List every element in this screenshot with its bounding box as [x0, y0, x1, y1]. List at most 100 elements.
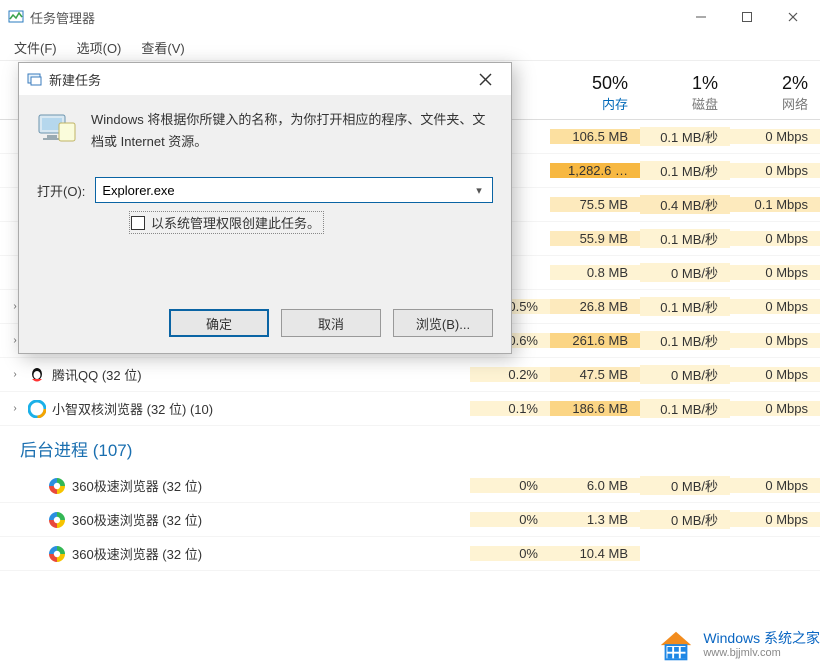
disk-cell: 0 MB/秒 — [640, 365, 730, 384]
memory-cell: 0.8 MB — [550, 265, 640, 280]
table-row[interactable]: 360极速浏览器 (32 位) 0%10.4 MB — [0, 537, 820, 571]
run-dialog-icon — [27, 71, 43, 87]
taskmgr-icon — [8, 9, 24, 25]
table-row[interactable]: › 小智双核浏览器 (32 位) (10) 0.1%186.6 MB0.1 MB/秒… — [0, 392, 820, 426]
disk-cell: 0.1 MB/秒 — [640, 399, 730, 418]
table-row[interactable]: 360极速浏览器 (32 位) 0%1.3 MB0 MB/秒0 Mbps — [0, 503, 820, 537]
memory-cell: 47.5 MB — [550, 367, 640, 382]
network-cell: 0 Mbps — [730, 478, 820, 493]
cpu-cell: 0.1% — [470, 401, 550, 416]
network-cell: 0 Mbps — [730, 163, 820, 178]
watermark-badge: Windows 系统之家 www.bjjmlv.com — [657, 628, 820, 662]
col-network[interactable]: 2%网络 — [730, 73, 820, 119]
open-combobox[interactable]: ▾ — [95, 177, 493, 203]
memory-cell: 75.5 MB — [550, 197, 640, 212]
menu-view[interactable]: 查看(V) — [133, 36, 192, 59]
cancel-button[interactable]: 取消 — [281, 309, 381, 337]
name-cell: › 小智双核浏览器 (32 位) (10) — [0, 399, 470, 418]
open-input[interactable] — [102, 183, 470, 198]
browse-button[interactable]: 浏览(B)... — [393, 309, 493, 337]
memory-cell: 55.9 MB — [550, 231, 640, 246]
dialog-message: Windows 将根据你所键入的名称，为你打开相应的程序、文件夹、文档或 Int… — [91, 109, 493, 153]
network-cell: 0 Mbps — [730, 512, 820, 527]
disk-cell: 0.1 MB/秒 — [640, 161, 730, 180]
bg-section-count: (107) — [93, 441, 133, 460]
process-name: 360极速浏览器 (32 位) — [72, 476, 202, 495]
maximize-button[interactable] — [724, 2, 770, 32]
memory-cell: 261.6 MB — [550, 333, 640, 348]
xiaozhi-icon — [28, 400, 46, 418]
process-name: 360极速浏览器 (32 位) — [72, 544, 202, 563]
expand-icon[interactable]: › — [8, 368, 22, 382]
chevron-down-icon[interactable]: ▾ — [470, 184, 488, 197]
cpu-cell: 0.2% — [470, 367, 550, 382]
expand-icon[interactable]: › — [8, 402, 22, 416]
ok-button[interactable]: 确定 — [169, 309, 269, 337]
disk-cell: 0.4 MB/秒 — [640, 195, 730, 214]
menu-file[interactable]: 文件(F) — [6, 36, 65, 59]
network-cell: 0 Mbps — [730, 231, 820, 246]
dialog-body: Windows 将根据你所键入的名称，为你打开相应的程序、文件夹、文档或 Int… — [19, 95, 511, 234]
memory-cell: 106.5 MB — [550, 129, 640, 144]
memory-cell: 26.8 MB — [550, 299, 640, 314]
disk-cell: 0 MB/秒 — [640, 263, 730, 282]
network-cell: 0 Mbps — [730, 367, 820, 382]
memory-cell: 6.0 MB — [550, 478, 640, 493]
qq-icon — [28, 366, 46, 384]
disk-cell: 0.1 MB/秒 — [640, 297, 730, 316]
table-row[interactable]: › 腾讯QQ (32 位) 0.2%47.5 MB0 MB/秒0 Mbps — [0, 358, 820, 392]
network-cell: 0 Mbps — [730, 401, 820, 416]
disk-cell: 0 MB/秒 — [640, 510, 730, 529]
process-name: 360极速浏览器 (32 位) — [72, 510, 202, 529]
memory-cell: 10.4 MB — [550, 546, 640, 561]
disk-cell: 0.1 MB/秒 — [640, 229, 730, 248]
new-task-dialog: 新建任务 Windows 将根据你所键入的名称，为你打开相应的程序、文件夹、文档… — [18, 62, 512, 354]
menu-options[interactable]: 选项(O) — [69, 36, 130, 59]
disk-cell: 0 MB/秒 — [640, 476, 730, 495]
admin-checkbox-label: 以系统管理权限创建此任务。 — [151, 213, 320, 232]
window-title: 任务管理器 — [30, 8, 678, 27]
col-memory[interactable]: 50%内存 — [550, 73, 640, 119]
bg-section-header: 后台进程 (107) — [0, 426, 820, 469]
360-icon — [48, 511, 66, 529]
open-label: 打开(O): — [37, 181, 85, 200]
house-icon — [657, 628, 695, 662]
disk-cell: 0.1 MB/秒 — [640, 331, 730, 350]
process-name: 小智双核浏览器 (32 位) (10) — [52, 399, 213, 418]
dialog-buttons: 确定 取消 浏览(B)... — [169, 309, 493, 337]
table-row[interactable]: 360极速浏览器 (32 位) 0%6.0 MB0 MB/秒0 Mbps — [0, 469, 820, 503]
watermark-line2: www.bjjmlv.com — [703, 647, 820, 660]
col-disk[interactable]: 1%磁盘 — [640, 73, 730, 119]
network-cell: 0 Mbps — [730, 299, 820, 314]
cpu-cell: 0% — [470, 478, 550, 493]
main-titlebar: 任务管理器 — [0, 0, 820, 34]
dialog-titlebar[interactable]: 新建任务 — [19, 63, 511, 95]
network-cell: 0 Mbps — [730, 333, 820, 348]
watermark-line1: Windows 系统之家 — [703, 630, 820, 647]
memory-cell: 1.3 MB — [550, 512, 640, 527]
network-cell: 0 Mbps — [730, 129, 820, 144]
admin-checkbox[interactable] — [131, 216, 145, 230]
name-cell: › 腾讯QQ (32 位) — [0, 365, 470, 384]
name-cell: 360极速浏览器 (32 位) — [0, 476, 470, 495]
name-cell: 360极速浏览器 (32 位) — [0, 544, 470, 563]
menubar: 文件(F) 选项(O) 查看(V) — [0, 34, 820, 60]
close-button[interactable] — [770, 2, 816, 32]
360-icon — [48, 545, 66, 563]
process-name: 腾讯QQ (32 位) — [52, 365, 142, 384]
disk-cell: 0.1 MB/秒 — [640, 127, 730, 146]
admin-checkbox-row[interactable]: 以系统管理权限创建此任务。 — [129, 211, 324, 234]
bg-section-label: 后台进程 — [20, 441, 88, 460]
memory-cell: 186.6 MB — [550, 401, 640, 416]
memory-cell: 1,282.6 … — [550, 163, 640, 178]
360-icon — [48, 477, 66, 495]
network-cell: 0 Mbps — [730, 265, 820, 280]
dialog-title: 新建任务 — [49, 70, 463, 89]
network-cell: 0.1 Mbps — [730, 197, 820, 212]
cpu-cell: 0% — [470, 546, 550, 561]
dialog-close-button[interactable] — [463, 66, 507, 92]
run-program-icon — [37, 109, 77, 145]
minimize-button[interactable] — [678, 2, 724, 32]
cpu-cell: 0% — [470, 512, 550, 527]
name-cell: 360极速浏览器 (32 位) — [0, 510, 470, 529]
